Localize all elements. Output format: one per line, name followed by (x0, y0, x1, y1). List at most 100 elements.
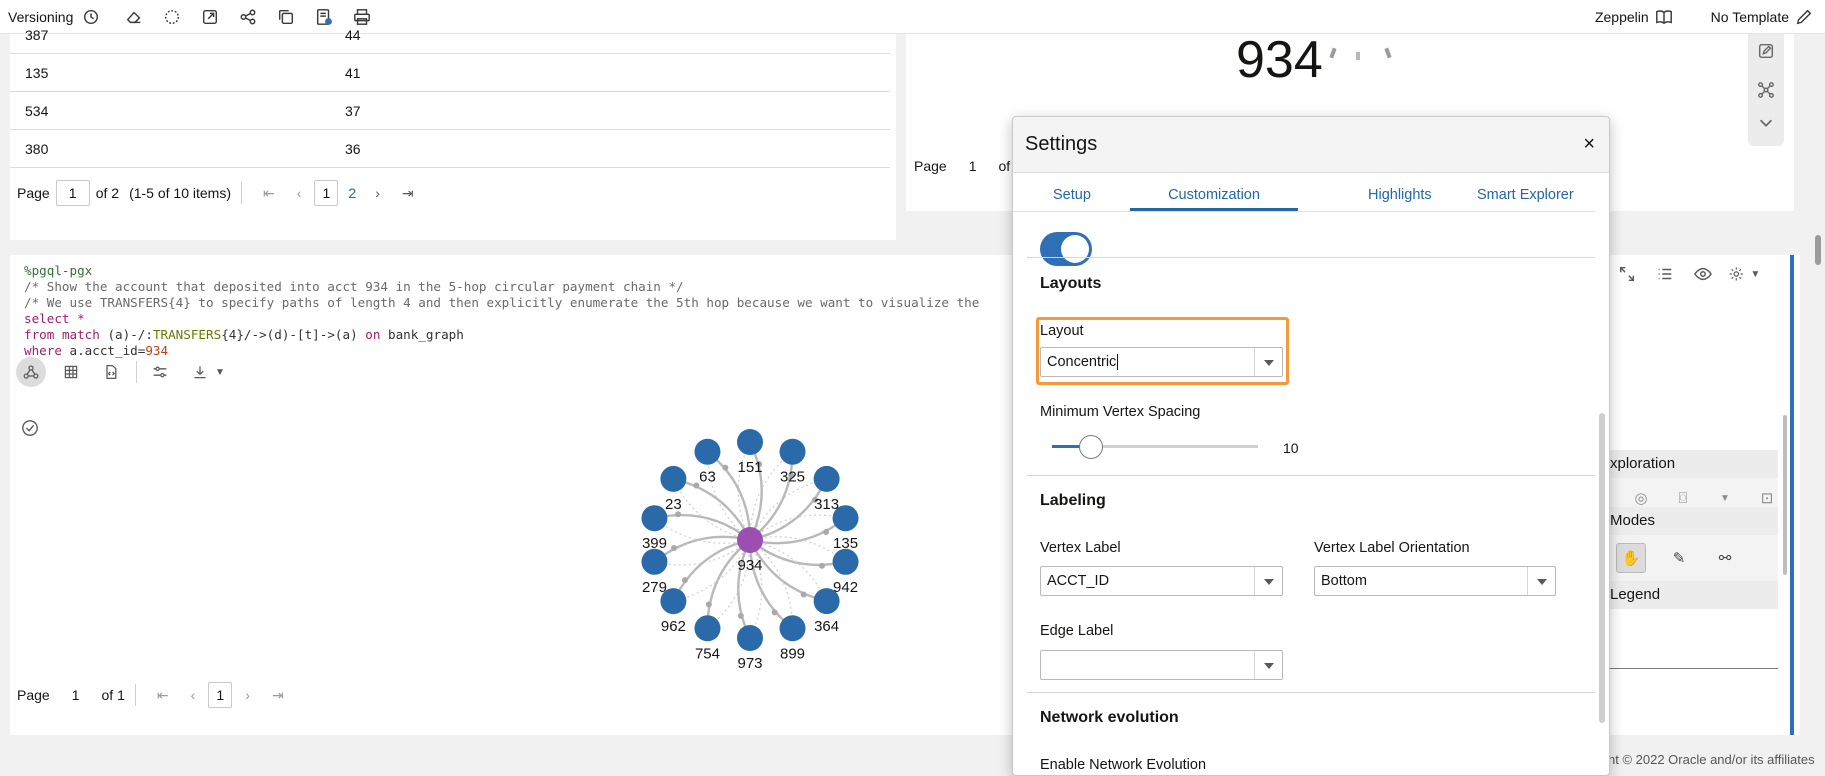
graph-node[interactable] (737, 625, 763, 651)
graph-node[interactable] (641, 505, 668, 532)
dialog-scrollbar[interactable] (1599, 413, 1605, 723)
tab-smart-explorer[interactable]: Smart Explorer (1477, 187, 1574, 217)
edge-label-select[interactable] (1040, 650, 1283, 680)
page-label: Page (17, 185, 50, 201)
page-input[interactable]: 1 (969, 158, 977, 174)
spacing-slider-handle[interactable] (1079, 435, 1104, 459)
close-icon[interactable]: × (1583, 133, 1595, 156)
enable-toggle[interactable] (1040, 232, 1092, 266)
code-line: %pgql-pgx (24, 263, 93, 278)
tab-customization[interactable]: Customization (1130, 181, 1298, 211)
edge-arrowhead (705, 601, 712, 608)
graph-node[interactable] (813, 588, 840, 615)
hand-icon[interactable]: ✋ (1616, 543, 1646, 573)
layout-select[interactable]: Concentric (1040, 347, 1283, 377)
chevron-down-icon[interactable] (1254, 567, 1282, 595)
graph-node[interactable] (694, 438, 721, 465)
settings-tabs: Setup Customization Highlights Smart Exp… (1013, 181, 1595, 211)
graph-center-node[interactable] (737, 527, 763, 553)
chevron-down-icon[interactable] (1757, 114, 1775, 132)
table-cell: 36 (345, 141, 361, 157)
graph-node[interactable] (779, 615, 806, 642)
next-page-icon[interactable]: › (375, 185, 380, 201)
page-button-2[interactable]: 2 (348, 185, 356, 201)
result-table-panel: 387 44 135 41 534 37 380 36 Page 1 of 2 … (10, 27, 896, 240)
edge-arrowhead (670, 544, 677, 551)
check-circle-icon (21, 419, 39, 437)
page-button-1[interactable]: 1 (208, 682, 233, 708)
exploration-header[interactable]: xploration (1602, 450, 1778, 478)
graph-node[interactable] (779, 438, 806, 465)
graph-view-icon[interactable] (16, 357, 46, 387)
chevron-down-icon[interactable] (1254, 348, 1282, 376)
graph-node[interactable] (813, 465, 840, 492)
graph-node[interactable] (832, 548, 859, 575)
download-icon[interactable] (185, 357, 215, 387)
page-scrollbar[interactable] (1815, 235, 1821, 265)
code-line: /* Show the account that deposited into … (24, 279, 684, 294)
edit-mode-icon[interactable]: ✎ (1666, 545, 1692, 571)
page-label: Page (17, 687, 50, 703)
graph-node[interactable] (737, 429, 763, 455)
page-of-label: of 2 (95, 185, 120, 201)
labeling-heading: Labeling (1040, 492, 1106, 509)
first-page-icon[interactable]: ⇤ (263, 185, 275, 202)
legend-divider (1602, 668, 1778, 669)
orientation-select[interactable]: Bottom (1314, 566, 1556, 596)
zeppelin-label[interactable]: Zeppelin (1595, 9, 1649, 25)
paragraph-focus-bar (1790, 255, 1794, 735)
graph-node-label: 151 (737, 459, 762, 476)
items-range-label: (1-5 of 10 items) (129, 185, 231, 201)
code-view-icon[interactable] (96, 357, 126, 387)
next-page-icon[interactable]: › (245, 687, 250, 703)
graph-canvas[interactable]: 1513253131359423648999737549622793992363… (620, 410, 880, 670)
layout-value: Concentric (1047, 354, 1117, 370)
visualization-toolbar: ▼ (16, 355, 225, 389)
graph-node[interactable] (832, 505, 859, 532)
gear-icon[interactable]: ▼ (1729, 262, 1765, 286)
code-editor[interactable]: %pgql-pgx /* Show the account that depos… (24, 263, 979, 359)
pencil-icon[interactable] (1795, 8, 1813, 26)
expand-icon[interactable] (1615, 262, 1639, 286)
list-icon[interactable] (1653, 262, 1677, 286)
edge-label-label: Edge Label (1040, 623, 1114, 639)
sliders-icon[interactable] (145, 357, 175, 387)
vertex-label-select[interactable]: ACCT_ID (1040, 566, 1283, 596)
book-icon[interactable] (1655, 8, 1673, 26)
chevron-down-icon[interactable] (1254, 651, 1282, 679)
page-input[interactable]: 1 (72, 687, 80, 703)
prev-page-icon[interactable]: ‹ (191, 687, 196, 703)
code-token: TRANSFERS (152, 327, 222, 342)
page-button-1[interactable]: 1 (314, 180, 339, 206)
vertex-label-label: Vertex Label (1040, 540, 1121, 556)
last-page-icon[interactable]: ⇥ (402, 185, 414, 202)
edge-arrowhead (737, 612, 744, 619)
chevron-down-icon[interactable] (1527, 567, 1555, 595)
code-line: /* We use TRANSFERS{4} to specify paths … (24, 295, 980, 310)
tab-setup[interactable]: Setup (1053, 187, 1091, 217)
modes-tools: ✋ ✎ ⚯ (1602, 535, 1778, 581)
tab-highlights[interactable]: Highlights (1368, 187, 1432, 217)
download-caret-icon[interactable]: ▼ (215, 367, 225, 378)
table-view-icon[interactable] (56, 357, 86, 387)
min-spacing-label: Minimum Vertex Spacing (1040, 404, 1201, 420)
page-input[interactable]: 1 (55, 180, 90, 206)
side-panel-scrollbar[interactable] (1783, 415, 1787, 575)
prev-page-icon[interactable]: ‹ (297, 185, 302, 201)
graph-node[interactable] (641, 548, 668, 575)
template-label[interactable]: No Template (1711, 9, 1789, 25)
last-page-icon[interactable]: ⇥ (272, 687, 284, 704)
graph-node-label: 364 (814, 618, 839, 635)
graph-node[interactable] (694, 615, 721, 642)
graph-icon[interactable] (1757, 81, 1775, 99)
table-row: 135 41 (10, 54, 890, 92)
graph-node[interactable] (660, 465, 687, 492)
first-page-icon[interactable]: ⇤ (157, 687, 169, 704)
graph-node-label: 899 (780, 645, 805, 662)
page-of-label: of (998, 158, 1011, 174)
modes-header[interactable]: Modes (1602, 507, 1778, 535)
eye-icon[interactable] (1691, 262, 1715, 286)
network-mode-icon[interactable]: ⚯ (1712, 545, 1738, 571)
legend-header[interactable]: Legend (1602, 581, 1778, 609)
edit-icon[interactable] (1757, 42, 1775, 60)
